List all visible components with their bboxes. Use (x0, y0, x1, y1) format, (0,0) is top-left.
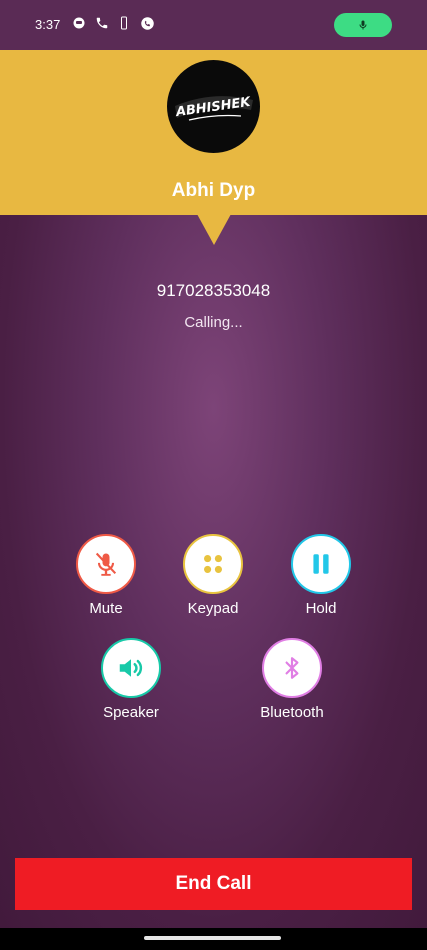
contact-name: Abhi Dyp (171, 180, 256, 201)
speaker-icon (119, 659, 143, 677)
avatar-logo: ABHISHEK (174, 95, 253, 121)
keypad-label: Keypad (187, 600, 239, 617)
battery-icon (121, 16, 127, 30)
end-call-button[interactable]: End Call (15, 858, 412, 910)
bluetooth-control[interactable]: Bluetooth (242, 638, 342, 721)
keypad-button[interactable] (183, 534, 243, 594)
whatsapp-icon (141, 17, 154, 30)
mute-control[interactable]: Mute (56, 534, 156, 617)
speaker-button[interactable] (101, 638, 161, 698)
notification-icon (73, 17, 85, 29)
home-gesture-handle[interactable] (144, 936, 281, 940)
hold-button[interactable] (291, 534, 351, 594)
pause-icon (313, 554, 329, 574)
bluetooth-label: Bluetooth (260, 704, 324, 721)
phone-icon (96, 17, 108, 29)
mic-icon (359, 20, 367, 30)
mic-in-use-indicator (334, 13, 392, 37)
keypad-icon (204, 555, 222, 573)
call-screen: 3:37 ABHISHEK Abhi Dyp 917028353048 Call… (0, 0, 427, 928)
speaker-label: Speaker (103, 704, 159, 721)
status-time: 3:37 (35, 17, 61, 32)
hold-control[interactable]: Hold (271, 534, 371, 617)
bluetooth-button[interactable] (262, 638, 322, 698)
header-pointer (197, 214, 231, 245)
status-bar: 3:37 (0, 0, 427, 50)
keypad-control[interactable]: Keypad (163, 534, 263, 617)
navigation-bar (0, 928, 427, 950)
mute-button[interactable] (76, 534, 136, 594)
speaker-control[interactable]: Speaker (81, 638, 181, 721)
call-status: Calling... (184, 314, 243, 331)
mute-label: Mute (89, 600, 123, 617)
hold-label: Hold (305, 600, 337, 617)
bluetooth-icon (285, 657, 299, 679)
mic-off-icon (95, 552, 117, 576)
phone-number: 917028353048 (156, 281, 271, 300)
avatar: ABHISHEK (167, 60, 260, 153)
